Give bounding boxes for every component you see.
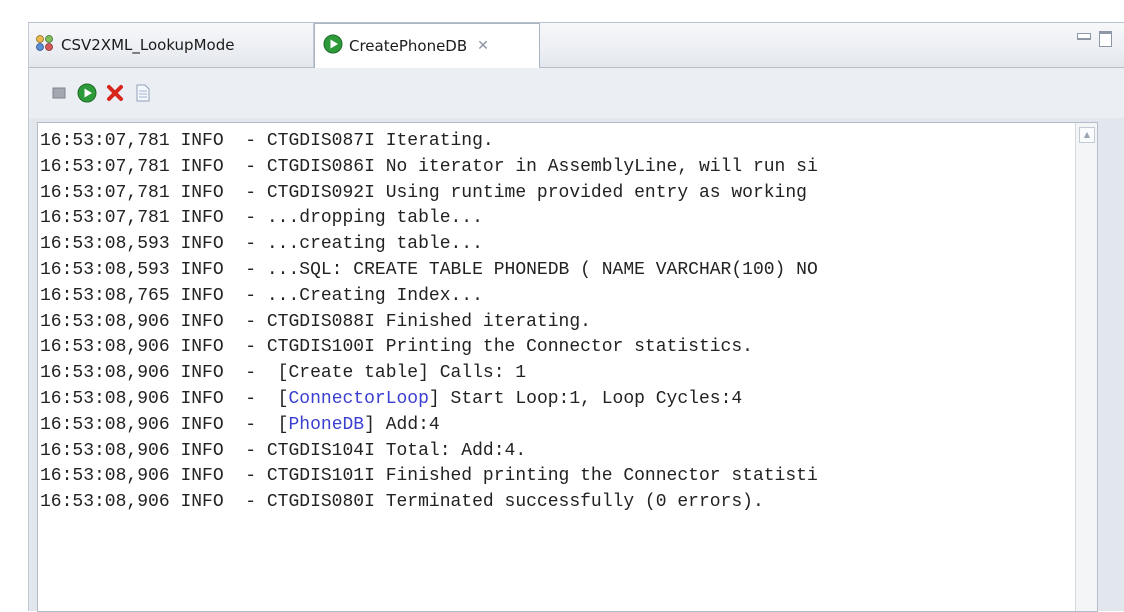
log-level: INFO [180,182,224,203]
log-message: ...SQL: CREATE TABLE PHONEDB ( NAME VARC… [266,259,818,280]
log-level: INFO [180,492,224,513]
log-timestamp: 16:53:08,906 [40,388,170,409]
log-message: CTGDIS104I Total: Add:4. [266,440,527,461]
log-level: INFO [180,440,224,461]
log-line: 16:53:08,906 INFO - CTGDIS101I Finished … [40,464,1070,490]
log-separator: - [ [245,388,289,409]
log-timestamp: 16:53:08,593 [40,259,170,280]
log-level: INFO [180,156,224,177]
maximize-icon[interactable] [1099,31,1112,47]
console-toolbar [29,68,1124,118]
log-line: 16:53:07,781 INFO - CTGDIS087I Iterating… [40,129,1070,155]
tab-bar: CSV2XML_LookupMode CreatePhoneDB ✕ [29,23,1124,68]
tab-label: CSV2XML_LookupMode [61,36,235,54]
log-timestamp: 16:53:07,781 [40,131,170,151]
minimize-icon[interactable] [1077,33,1091,40]
log-message: CTGDIS101I Finished printing the Connect… [266,466,818,487]
log-separator: - [245,285,267,306]
log-line: 16:53:07,781 INFO - CTGDIS086I No iterat… [40,155,1070,181]
log-message: CTGDIS087I Iterating. [266,131,494,151]
scroll-up-icon[interactable]: ▲ [1079,127,1095,143]
log-separator: - [245,156,267,177]
log-message: CTGDIS092I Using runtime provided entry … [266,182,818,203]
log-timestamp: 16:53:07,781 [40,156,170,177]
log-line: 16:53:08,906 INFO - CTGDIS088I Finished … [40,310,1070,336]
log-line: 16:53:08,906 INFO - CTGDIS104I Total: Ad… [40,439,1070,465]
log-message: CTGDIS086I No iterator in AssemblyLine, … [266,156,818,177]
log-timestamp: 16:53:08,906 [40,363,170,384]
log-line: 16:53:08,765 INFO - ...Creating Index... [40,284,1070,310]
log-timestamp: 16:53:08,906 [40,414,170,435]
log-message: ...dropping table... [266,208,483,229]
log-timestamp: 16:53:08,906 [40,440,170,461]
log-connector-link[interactable]: PhoneDB [288,415,364,435]
log-level: INFO [180,234,224,255]
stop-icon[interactable] [49,83,69,103]
log-timestamp: 16:53:08,906 [40,492,170,513]
log-timestamp: 16:53:08,906 [40,337,170,358]
log-message: ...creating table... [266,234,483,255]
log-level: INFO [180,285,224,306]
log-level: INFO [180,208,224,229]
log-line: 16:53:08,906 INFO - [Create table] Calls… [40,361,1070,387]
log-message: ] Start Loop:1, Loop Cycles:4 [428,388,743,409]
log-separator: - [245,234,267,255]
log-line: 16:53:08,593 INFO - ...SQL: CREATE TABLE… [40,258,1070,284]
log-message: [Create table] Calls: 1 [277,363,527,384]
log-line: 16:53:07,781 INFO - CTGDIS092I Using run… [40,181,1070,207]
log-level: INFO [180,131,224,151]
tab-label: CreatePhoneDB [349,37,468,55]
log-separator: - [245,337,267,358]
log-timestamp: 16:53:08,906 [40,466,170,487]
log-message: ] Add:4 [364,414,440,435]
log-level: INFO [180,388,224,409]
log-message: CTGDIS080I Terminated successfully (0 er… [266,492,764,513]
log-level: INFO [180,414,224,435]
close-icon[interactable]: ✕ [477,38,489,54]
log-level: INFO [180,337,224,358]
log-line: 16:53:08,906 INFO - CTGDIS080I Terminate… [40,490,1070,516]
console-output[interactable]: 16:53:07,781 INFO - CTGDIS087I Iterating… [37,122,1098,612]
log-separator: - [245,363,278,384]
tab-csv2xml-lookupmode[interactable]: CSV2XML_LookupMode [29,23,314,67]
log-message: CTGDIS088I Finished iterating. [266,311,591,332]
log-separator: - [245,182,267,203]
log-line: 16:53:08,906 INFO - [ConnectorLoop] Star… [40,387,1070,413]
console-view: CSV2XML_LookupMode CreatePhoneDB ✕ 16:53… [28,22,1124,612]
log-separator: - [245,440,267,461]
log-level: INFO [180,311,224,332]
log-level: INFO [180,466,224,487]
log-line: 16:53:08,906 INFO - CTGDIS100I Printing … [40,335,1070,361]
log-level: INFO [180,259,224,280]
vertical-scrollbar[interactable]: ▲ [1075,123,1097,611]
run-icon [323,34,343,58]
window-controls [1077,31,1112,47]
log-level: INFO [180,363,224,384]
log-separator: - [ [245,414,289,435]
log-separator: - [245,259,267,280]
tab-createphonedb[interactable]: CreatePhoneDB ✕ [314,23,540,68]
log-line: 16:53:07,781 INFO - ...dropping table... [40,206,1070,232]
log-timestamp: 16:53:08,593 [40,234,170,255]
run-icon[interactable] [77,83,97,103]
log-timestamp: 16:53:07,781 [40,208,170,229]
log-separator: - [245,311,267,332]
log-separator: - [245,208,267,229]
log-timestamp: 16:53:08,906 [40,311,170,332]
log-line: 16:53:08,906 INFO - [PhoneDB] Add:4 [40,413,1070,439]
log-separator: - [245,131,267,151]
log-separator: - [245,492,267,513]
log-timestamp: 16:53:07,781 [40,182,170,203]
log-timestamp: 16:53:08,765 [40,285,170,306]
log-lines: 16:53:07,781 INFO - CTGDIS087I Iterating… [40,129,1070,516]
log-message: ...Creating Index... [266,285,483,306]
clear-icon[interactable] [105,83,125,103]
assembly-line-icon [35,34,55,56]
log-separator: - [245,466,267,487]
log-connector-link[interactable]: ConnectorLoop [288,389,428,409]
log-line: 16:53:08,593 INFO - ...creating table... [40,232,1070,258]
log-icon[interactable] [133,83,153,103]
log-message: CTGDIS100I Printing the Connector statis… [266,337,753,358]
